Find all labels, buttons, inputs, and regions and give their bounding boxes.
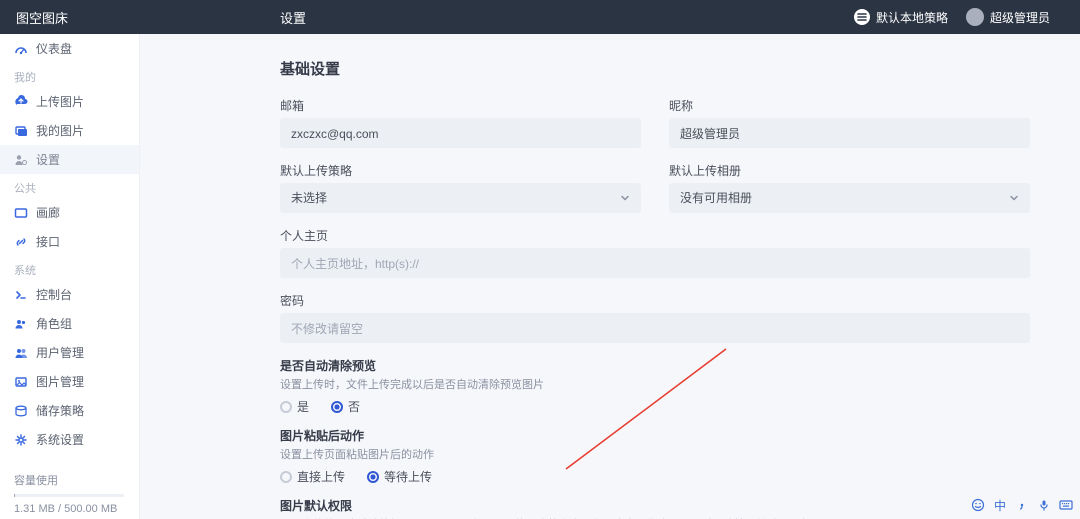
list-icon — [854, 9, 870, 25]
radio-label: 否 — [348, 398, 360, 415]
ime-punct-icon — [1014, 497, 1030, 513]
paste-wait[interactable]: 等待上传 — [367, 468, 432, 485]
sidebar-item-label: 画廊 — [36, 204, 60, 221]
sidebar: 仪表盘 我的 上传图片 我的图片 设置 公共 画廊 — [0, 34, 140, 519]
panel-title: 基础设置 — [280, 58, 1030, 79]
chevron-down-icon — [1009, 193, 1019, 203]
sidebar-section-system: 系统 — [0, 256, 139, 280]
page-title: 设置 — [140, 8, 854, 27]
strategy-label: 默认上传策略 — [280, 162, 641, 179]
paste-direct[interactable]: 直接上传 — [280, 468, 345, 485]
gauge-icon — [14, 42, 28, 56]
capacity-label: 容量使用 — [14, 472, 125, 488]
paste-desc: 设置上传页面粘贴图片后的动作 — [280, 446, 1030, 462]
album-value: 没有可用相册 — [680, 183, 752, 213]
gears-icon — [14, 433, 28, 447]
topbar: 图空图床 设置 默认本地策略 超级管理员 — [0, 0, 1080, 34]
radio-label: 等待上传 — [384, 468, 432, 485]
sidebar-item-label: 用户管理 — [36, 344, 84, 361]
sidebar-item-label: 仪表盘 — [36, 40, 72, 57]
sidebar-item-roles[interactable]: 角色组 — [0, 309, 139, 338]
autoclear-yes[interactable]: 是 — [280, 398, 309, 415]
radio-label: 是 — [297, 398, 309, 415]
sidebar-item-label: 储存策略 — [36, 402, 84, 419]
strategy-value: 未选择 — [291, 183, 327, 213]
ime-keyboard-icon — [1058, 497, 1074, 513]
disk-icon — [14, 404, 28, 418]
autoclear-title: 是否自动清除预览 — [280, 357, 1030, 374]
chevron-down-icon — [620, 193, 630, 203]
perm-title: 图片默认权限 — [280, 497, 1030, 514]
upload-icon — [14, 95, 28, 109]
sidebar-item-label: 接口 — [36, 233, 60, 250]
strategy-select[interactable]: 未选择 — [280, 183, 641, 213]
sidebar-item-dashboard[interactable]: 仪表盘 — [0, 34, 139, 63]
radio-dot-icon — [280, 471, 292, 483]
sidebar-item-sys-settings[interactable]: 系统设置 — [0, 425, 139, 454]
strategy-pill[interactable]: 默认本地策略 — [854, 9, 948, 26]
strategy-label: 默认本地策略 — [876, 9, 948, 26]
users-icon — [14, 317, 28, 331]
link-icon — [14, 235, 28, 249]
sidebar-item-label: 上传图片 — [36, 93, 84, 110]
user-pill[interactable]: 超级管理员 — [966, 8, 1050, 26]
ime-status-icon — [970, 497, 986, 513]
main: 基础设置 邮箱 zxczxc@qq.com 昵称 超级管理员 默认上传策略 未选… — [140, 34, 1080, 519]
sidebar-section-my: 我的 — [0, 63, 139, 87]
album-select[interactable]: 没有可用相册 — [669, 183, 1030, 213]
sidebar-item-label: 图片管理 — [36, 373, 84, 390]
sidebar-item-storage[interactable]: 储存策略 — [0, 396, 139, 425]
image-icon — [14, 375, 28, 389]
sidebar-item-image-mgmt[interactable]: 图片管理 — [0, 367, 139, 396]
homepage-label: 个人主页 — [280, 227, 1030, 244]
sidebar-item-label: 系统设置 — [36, 431, 84, 448]
homepage-input[interactable]: 个人主页地址，http(s):// — [280, 248, 1030, 278]
avatar — [966, 8, 984, 26]
password-label: 密码 — [280, 292, 1030, 309]
images-icon — [14, 124, 28, 138]
sidebar-item-label: 角色组 — [36, 315, 72, 332]
ime-mic-icon — [1036, 497, 1052, 513]
paste-title: 图片粘贴后动作 — [280, 427, 1030, 444]
user-cog-icon — [14, 153, 28, 167]
radio-dot-icon — [331, 401, 343, 413]
radio-label: 直接上传 — [297, 468, 345, 485]
autoclear-desc: 设置上传时，文件上传完成以后是否自动清除预览图片 — [280, 376, 1030, 392]
album-label: 默认上传相册 — [669, 162, 1030, 179]
sidebar-item-console[interactable]: 控制台 — [0, 280, 139, 309]
sidebar-item-settings[interactable]: 设置 — [0, 145, 139, 174]
sidebar-item-gallery[interactable]: 画廊 — [0, 198, 139, 227]
sidebar-item-label: 我的图片 — [36, 122, 84, 139]
people-icon — [14, 346, 28, 360]
autoclear-no[interactable]: 否 — [331, 398, 360, 415]
nickname-label: 昵称 — [669, 97, 1030, 114]
sidebar-item-my-images[interactable]: 我的图片 — [0, 116, 139, 145]
user-name: 超级管理员 — [990, 9, 1050, 26]
brand: 图空图床 — [0, 8, 140, 27]
window-icon — [14, 206, 28, 220]
radio-dot-icon — [280, 401, 292, 413]
password-input[interactable]: 不修改请留空 — [280, 313, 1030, 343]
sidebar-item-label: 控制台 — [36, 286, 72, 303]
sidebar-section-public: 公共 — [0, 174, 139, 198]
radio-dot-icon — [367, 471, 379, 483]
ime-lang: 中 — [992, 497, 1008, 513]
capacity-section: 容量使用 1.31 MB / 500.00 MB — [0, 462, 139, 519]
capacity-progress — [14, 494, 124, 497]
terminal-icon — [14, 288, 28, 302]
sidebar-item-upload[interactable]: 上传图片 — [0, 87, 139, 116]
sidebar-item-user-mgmt[interactable]: 用户管理 — [0, 338, 139, 367]
nickname-input[interactable]: 超级管理员 — [669, 118, 1030, 148]
capacity-text: 1.31 MB / 500.00 MB — [14, 503, 125, 515]
email-input[interactable]: zxczxc@qq.com — [280, 118, 641, 148]
ime-bar[interactable]: 中 — [970, 497, 1074, 513]
sidebar-item-api[interactable]: 接口 — [0, 227, 139, 256]
email-label: 邮箱 — [280, 97, 641, 114]
sidebar-item-label: 设置 — [36, 151, 60, 168]
